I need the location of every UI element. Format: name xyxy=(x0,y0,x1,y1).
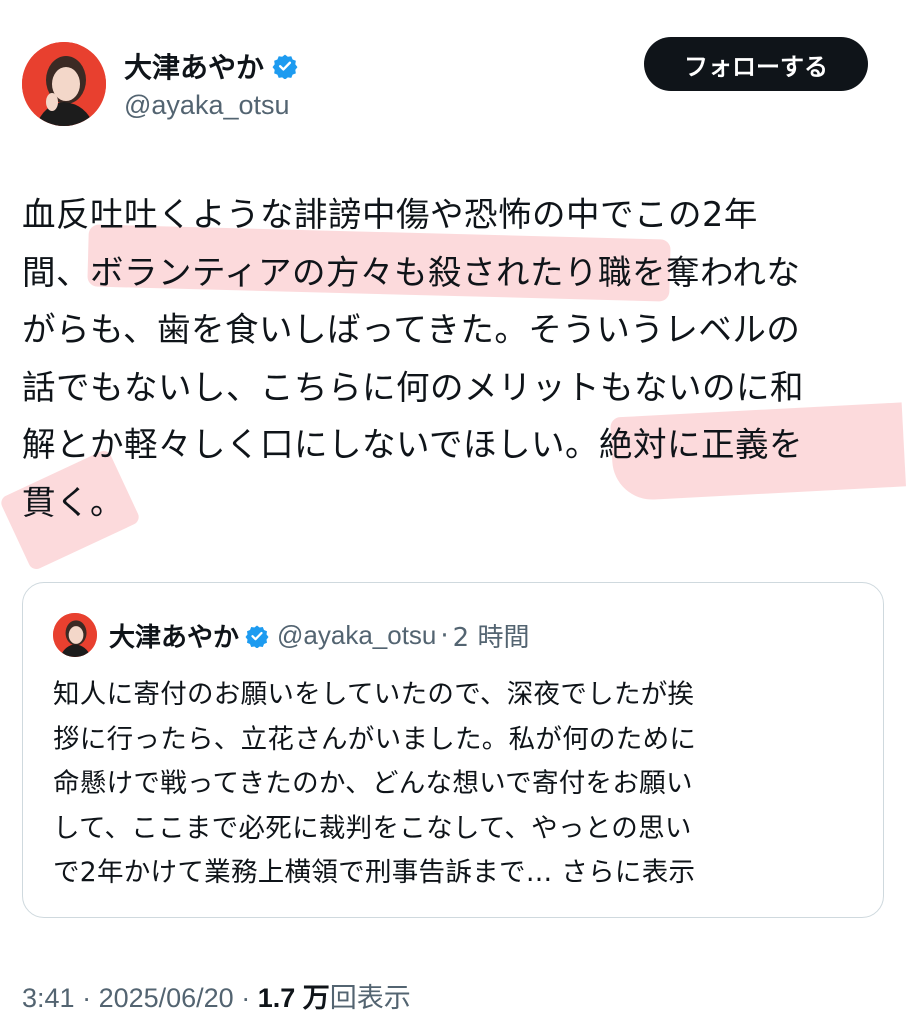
post-date[interactable]: 2025/06/20 xyxy=(99,983,234,1013)
tweet-line: がらも、歯を食いしばってきた。そういうレベルの xyxy=(22,310,801,349)
tweet-meta: 3:41 · 2025/06/20 · 1.7 万回表示 xyxy=(22,976,411,1015)
tweet-line: 間、ボランティアの方々も殺されたり職を奪われな xyxy=(22,252,801,292)
quoted-timestamp[interactable]: 2 時間 xyxy=(453,617,530,654)
view-count: 1.7 万 xyxy=(257,983,330,1013)
quoted-line-last: で2年かけて業務上横領で刑事告訴まで… さらに表示 xyxy=(53,851,863,896)
author-name[interactable]: 大津あやか xyxy=(124,46,264,86)
separator-dot: · xyxy=(440,620,449,651)
quoted-line: して、ここまで必死に裁判をこなして、やっとの思い xyxy=(53,812,692,844)
meta-separator: · xyxy=(74,983,99,1013)
quoted-author-name[interactable]: 大津あやか xyxy=(109,617,239,654)
show-more-link[interactable]: さらに表示 xyxy=(561,857,695,888)
author-row: 大津あやか xyxy=(124,46,298,86)
quoted-tweet-card[interactable]: 大津あやか @ayaka_otsu · 2 時間 知人に寄付のお願いをしていたの… xyxy=(22,582,884,918)
quoted-text: 知人に寄付のお願いをしていたので、深夜でしたが挨 拶に行ったら、立花さんがいまし… xyxy=(53,673,863,896)
avatar[interactable] xyxy=(22,42,106,126)
view-label: 回表示 xyxy=(329,983,411,1013)
follow-button[interactable]: フォローする xyxy=(644,37,868,91)
tweet-line: 血反吐吐くような誹謗中傷や恐怖の中でこの2年 xyxy=(22,195,758,234)
quoted-line: 知人に寄付のお願いをしていたので、深夜でしたが挨 xyxy=(53,679,695,710)
meta-separator: · xyxy=(233,983,258,1013)
author-handle[interactable]: @ayaka_otsu xyxy=(124,90,290,121)
post-time[interactable]: 3:41 xyxy=(22,983,75,1013)
verified-badge-icon xyxy=(245,625,269,648)
quoted-author-handle[interactable]: @ayaka_otsu xyxy=(277,620,436,651)
quoted-line-text: で2年かけて業務上横領で刑事告訴まで… xyxy=(53,857,553,888)
quoted-header: 大津あやか @ayaka_otsu · 2 時間 xyxy=(109,617,529,654)
quoted-line: 命懸けで戦ってきたのか、どんな想いで寄付をお願い xyxy=(53,768,693,799)
tweet-text: 血反吐吐くような誹謗中傷や恐怖の中でこの2年 間、ボランティアの方々も殺されたり… xyxy=(22,186,882,531)
verified-badge-icon xyxy=(272,54,298,79)
quoted-line: 拶に行ったら、立花さんがいました。私が何のために xyxy=(53,723,697,755)
tweet-line: 話でもないし、こちらに何のメリットもないのに和 xyxy=(22,367,804,407)
quoted-avatar[interactable] xyxy=(53,613,97,657)
tweet-line: 貫く。 xyxy=(22,482,124,522)
tweet-line: 解とか軽々しく口にしないでほしい。絶対に正義を xyxy=(22,425,803,464)
